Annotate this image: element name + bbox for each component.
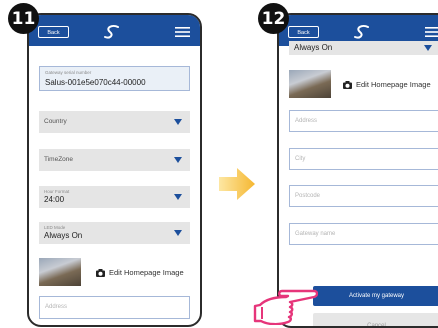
app-header: Back (29, 15, 200, 46)
country-select[interactable]: Country (39, 111, 190, 133)
next-step-arrow-icon (219, 168, 255, 200)
chevron-down-icon (174, 119, 182, 125)
activate-gateway-button[interactable]: Activate my gateway (313, 286, 438, 306)
salus-logo-icon (354, 24, 369, 39)
postcode-placeholder: Postcode (295, 193, 321, 199)
led-mode-value: Always On (294, 43, 333, 52)
gateway-name-placeholder: Gateway name (295, 231, 336, 237)
address-placeholder: Address (295, 118, 318, 124)
hamburger-menu-icon[interactable] (175, 27, 190, 37)
chevron-down-icon (174, 194, 182, 200)
address-input[interactable]: Address (289, 110, 438, 132)
back-button[interactable]: Back (288, 26, 319, 38)
gateway-serial-field[interactable]: Gateway serial number Salus-001e5e070c44… (39, 66, 190, 91)
country-label: Country (44, 118, 67, 125)
homepage-image-thumbnail (289, 70, 331, 98)
gateway-serial-value: Salus-001e5e070c44-00000 (45, 78, 146, 87)
timezone-label: TimeZone (44, 156, 74, 163)
chevron-down-icon (424, 45, 432, 51)
city-input[interactable]: City (289, 148, 438, 170)
postcode-input[interactable]: Postcode (289, 185, 438, 207)
address-input[interactable]: Address (39, 296, 190, 319)
homepage-image-thumbnail (39, 258, 81, 286)
city-placeholder: City (295, 156, 306, 162)
step-number-12: 12 (258, 3, 289, 34)
address-placeholder: Address (45, 304, 68, 310)
hour-format-select[interactable]: Hour Format 24:00 (39, 186, 190, 208)
edit-homepage-image-button[interactable]: Edit Homepage Image (96, 268, 184, 277)
led-mode-value: Always On (44, 231, 83, 240)
pointing-hand-icon (253, 289, 318, 325)
step-number-11: 11 (8, 3, 39, 34)
chevron-down-icon (174, 157, 182, 163)
edit-homepage-image-label: Edit Homepage Image (109, 268, 184, 277)
timezone-select[interactable]: TimeZone (39, 149, 190, 171)
camera-icon (343, 80, 352, 89)
led-mode-select[interactable]: Always On (289, 41, 438, 55)
edit-homepage-image-label: Edit Homepage Image (356, 80, 431, 89)
gateway-serial-label: Gateway serial number (45, 70, 92, 75)
salus-logo-icon (104, 24, 119, 39)
hamburger-menu-icon[interactable] (425, 27, 438, 37)
back-button[interactable]: Back (38, 26, 69, 38)
cancel-button[interactable]: Cancel (313, 313, 438, 326)
phone-screen-step-11: Back Gateway serial number Salus-001e5e0… (27, 13, 202, 327)
chevron-down-icon (174, 230, 182, 236)
hour-format-value: 24:00 (44, 195, 65, 204)
led-mode-select[interactable]: LED Mode Always On (39, 222, 190, 244)
hour-format-label: Hour Format (44, 189, 70, 194)
led-mode-label: LED Mode (44, 225, 66, 230)
gateway-name-input[interactable]: Gateway name (289, 223, 438, 245)
edit-homepage-image-button[interactable]: Edit Homepage Image (343, 80, 431, 89)
camera-icon (96, 268, 105, 277)
